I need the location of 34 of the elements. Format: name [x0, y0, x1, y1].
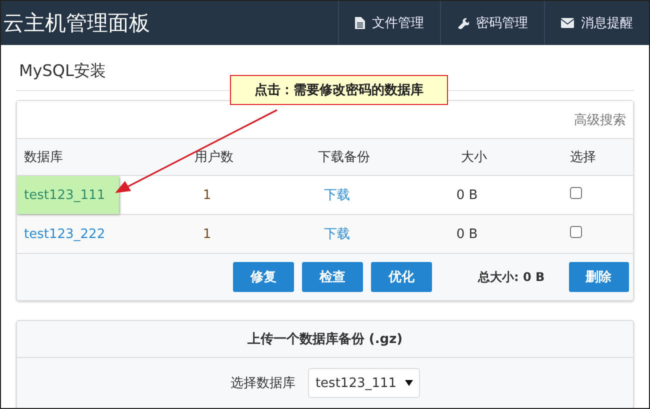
panel-title: 上传一个数据库备份 (.gz): [247, 330, 403, 348]
table-cell-text: 0 B: [455, 188, 479, 202]
database-link[interactable]: test123_222: [17, 215, 120, 253]
advanced-search-link[interactable]: 高级搜索: [574, 110, 626, 128]
download-link[interactable]: 下载: [257, 186, 417, 204]
page-title: MySQL安装: [19, 60, 106, 82]
total-size: 总大小: 0 B: [478, 268, 545, 286]
nav-item[interactable]: 文件管理: [338, 1, 440, 45]
action-button[interactable]: 修复: [233, 262, 294, 292]
mail-icon: [561, 18, 574, 28]
table-cell-text: 1: [202, 188, 212, 202]
file-icon: [355, 17, 365, 29]
callout-note: 点击：需要修改密码的数据库: [230, 75, 448, 105]
select-checkbox[interactable]: [570, 226, 582, 238]
table-cell-text: 0 B: [455, 226, 479, 242]
app-title: 云主机管理面板: [2, 10, 150, 37]
column-header: 用户数: [194, 149, 234, 166]
select-checkbox[interactable]: [570, 187, 582, 199]
wrench-icon: [457, 17, 469, 29]
column-header: 选择: [569, 149, 597, 166]
nav-item[interactable]: 密码管理: [440, 1, 544, 45]
column-header: 大小: [460, 149, 488, 166]
table-cell-text: 1: [202, 226, 212, 242]
delete-button[interactable]: 删除: [568, 262, 629, 292]
action-button[interactable]: 检查: [302, 262, 363, 292]
download-link[interactable]: 下载: [257, 225, 417, 243]
action-button[interactable]: 优化: [371, 262, 432, 292]
database-select[interactable]: test123_111: [308, 368, 420, 398]
database-link[interactable]: test123_111: [17, 176, 120, 214]
select-label: 选择数据库: [230, 375, 296, 392]
caret-icon: [404, 380, 413, 386]
nav-item[interactable]: 消息提醒: [544, 1, 649, 45]
column-header: 数据库: [24, 149, 64, 166]
column-header: 下载备份: [317, 149, 371, 166]
